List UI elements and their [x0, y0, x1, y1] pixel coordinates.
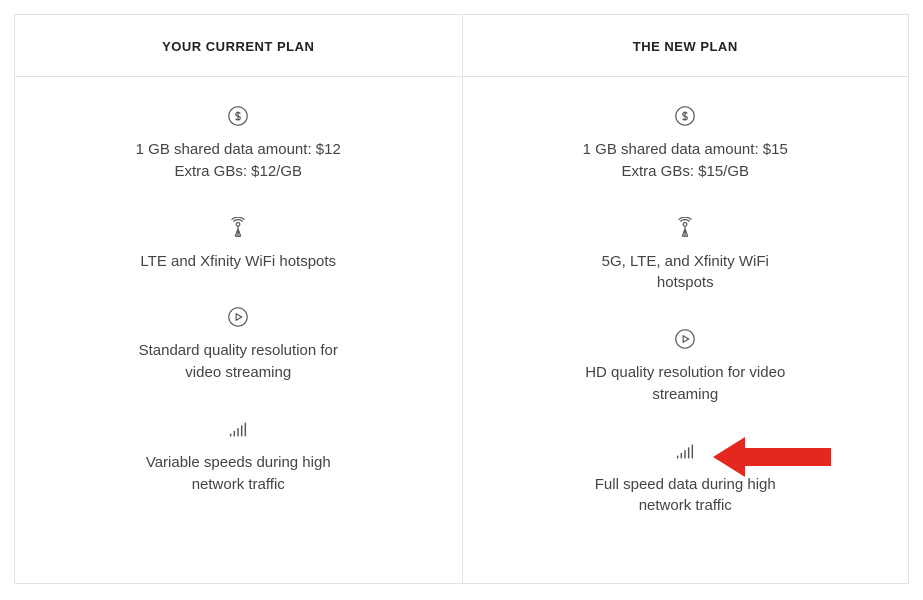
feature-row: Variable speeds during high network traf…	[75, 418, 402, 496]
feature-text: Standard quality resolution for	[75, 340, 402, 362]
feature-text: network traffic	[75, 474, 402, 496]
feature-text: video streaming	[75, 362, 402, 384]
column-current-plan: YOUR CURRENT PLAN 1 GB shared data amoun…	[15, 15, 462, 583]
column-header: YOUR CURRENT PLAN	[15, 15, 462, 77]
column-header: THE NEW PLAN	[463, 15, 909, 77]
column-body: 1 GB shared data amount: $15 Extra GBs: …	[463, 77, 909, 583]
feature-text: LTE and Xfinity WiFi hotspots	[75, 251, 402, 273]
tower-icon	[523, 217, 849, 241]
feature-row: 5G, LTE, and Xfinity WiFi hotspots	[523, 217, 849, 295]
tower-icon	[75, 217, 402, 241]
signal-icon	[523, 440, 849, 464]
feature-text: 1 GB shared data amount: $12	[75, 139, 402, 161]
feature-text: 1 GB shared data amount: $15	[523, 139, 849, 161]
feature-row: Standard quality resolution for video st…	[75, 306, 402, 384]
dollar-icon	[523, 105, 849, 129]
play-icon	[523, 328, 849, 352]
feature-text: Extra GBs: $12/GB	[75, 161, 402, 183]
feature-text: 5G, LTE, and Xfinity WiFi	[523, 251, 849, 273]
feature-text: Full speed data during high	[523, 474, 849, 496]
feature-text: Extra GBs: $15/GB	[523, 161, 849, 183]
dollar-icon	[75, 105, 402, 129]
column-new-plan: THE NEW PLAN 1 GB shared data amount: $1…	[462, 15, 909, 583]
plan-comparison-table: YOUR CURRENT PLAN 1 GB shared data amoun…	[14, 14, 909, 584]
feature-row: Full speed data during high network traf…	[523, 440, 849, 518]
feature-text: hotspots	[523, 272, 849, 294]
feature-text: network traffic	[523, 495, 849, 517]
feature-text: HD quality resolution for video	[523, 362, 849, 384]
column-body: 1 GB shared data amount: $12 Extra GBs: …	[15, 77, 462, 583]
feature-row: 1 GB shared data amount: $15 Extra GBs: …	[523, 105, 849, 183]
feature-text: streaming	[523, 384, 849, 406]
play-icon	[75, 306, 402, 330]
feature-row: HD quality resolution for video streamin…	[523, 328, 849, 406]
feature-row: 1 GB shared data amount: $12 Extra GBs: …	[75, 105, 402, 183]
signal-icon	[75, 418, 402, 442]
feature-text: Variable speeds during high	[75, 452, 402, 474]
feature-row: LTE and Xfinity WiFi hotspots	[75, 217, 402, 273]
